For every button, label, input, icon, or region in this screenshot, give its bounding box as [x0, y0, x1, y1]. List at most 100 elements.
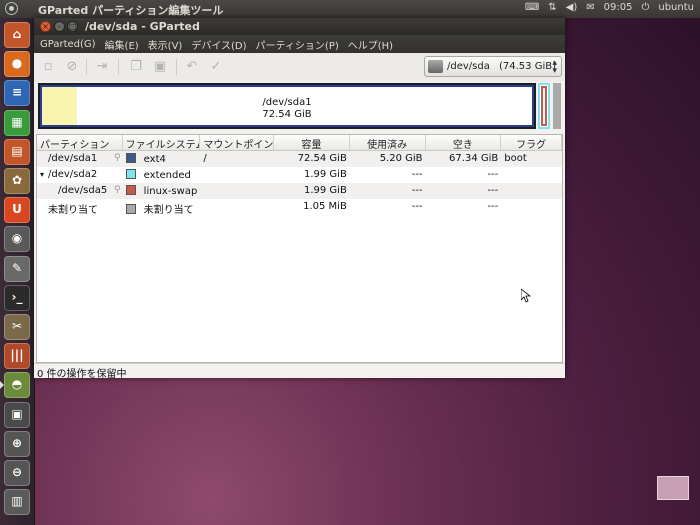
ubuntu-one-glyph: U	[12, 202, 22, 217]
menu-partition[interactable]: パーティション(P)	[256, 37, 339, 52]
new-partition-icon[interactable]: ▫	[40, 59, 56, 75]
col-filesystem[interactable]: ファイルシステム	[123, 135, 201, 150]
partition-name: /dev/sda5	[58, 185, 108, 196]
home-folder-icon[interactable]: ⌂	[4, 22, 30, 48]
close-icon[interactable]: ×	[40, 21, 51, 32]
lens-files-glyph: ⊖	[11, 465, 23, 479]
minimize-icon[interactable]: –	[54, 21, 65, 32]
col-partition[interactable]: パーティション	[37, 135, 123, 150]
filesystem-color-swatch	[125, 153, 136, 163]
pencils-glyph: |||	[10, 348, 24, 363]
filesystem-color-swatch	[125, 204, 136, 214]
col-size[interactable]: 容量	[274, 135, 350, 150]
terminal-glyph: ›_	[11, 289, 23, 304]
harddisk-icon	[428, 60, 443, 73]
mouse-pointer-icon	[521, 289, 531, 303]
menu-edit[interactable]: 編集(E)	[105, 37, 139, 52]
menu-gparted[interactable]: GParted(G)	[40, 39, 96, 50]
ubuntu-logo-icon[interactable]	[5, 2, 18, 15]
lens-files-icon[interactable]: ⊖	[4, 460, 30, 486]
impress-glyph: ▤	[11, 143, 23, 158]
cell-size: 1.99 GiB	[303, 185, 347, 196]
col-flags[interactable]: フラグ	[501, 135, 563, 150]
table-row[interactable]: 未割り当て 未割り当て 1.05 MiB --- ---	[37, 199, 562, 215]
cell-mountpoint: /	[203, 153, 207, 164]
ubuntu-one-icon[interactable]: U	[4, 197, 30, 224]
table-row[interactable]: ▾/dev/sda2 extended 1.99 GiB --- ---	[37, 167, 562, 183]
col-mountpoint[interactable]: マウントポイント	[200, 135, 275, 150]
menu-help[interactable]: ヘルプ(H)	[348, 37, 393, 52]
volume-icon[interactable]: ◀)	[566, 2, 578, 13]
software-center-glyph: ✿	[11, 173, 23, 187]
cell-mountpoint	[200, 199, 274, 215]
cell-flags: boot	[504, 153, 527, 164]
col-free[interactable]: 空き	[426, 135, 502, 150]
impress-icon[interactable]: ▤	[4, 138, 30, 165]
power-icon[interactable]: ⏻	[641, 2, 649, 13]
toolbar: ▫ ⊘ ⇥ ❐ ▣ ↶ ✓ /dev/sda (74.53 GiB) ▴ ▾	[34, 53, 565, 82]
firefox-icon[interactable]: ●	[4, 51, 30, 78]
table-row[interactable]: /dev/sda1 ⚲ ext4 / 72.54 GiB 5.20 GiB 67.34 Gi…	[37, 151, 562, 167]
cell-size: 72.54 GiB	[297, 153, 347, 164]
text-editor-icon[interactable]: ✎	[4, 255, 30, 282]
pencils-icon[interactable]: |||	[4, 343, 30, 370]
resize-move-icon[interactable]: ⇥	[94, 59, 110, 75]
desktop-item-icon[interactable]	[657, 476, 689, 500]
menu-view[interactable]: 表示(V)	[148, 37, 183, 52]
cell-free: ---	[487, 185, 499, 196]
camera-icon[interactable]: ◉	[4, 226, 30, 253]
workspace-switcher-glyph: ▣	[11, 406, 23, 421]
filesystem-color-swatch	[125, 185, 136, 195]
table-row[interactable]: /dev/sda5 ⚲ linux-swap 1.99 GiB --- ---	[37, 183, 562, 199]
paste-icon[interactable]: ▣	[152, 59, 168, 75]
writer-icon[interactable]: ≡	[4, 80, 30, 107]
calc-icon[interactable]: ▦	[4, 109, 30, 136]
device-size: (74.53 GiB)	[499, 61, 556, 72]
filesystem-name: extended	[143, 170, 191, 181]
software-center-icon[interactable]: ✿	[4, 168, 30, 194]
clock[interactable]: 09:05	[604, 2, 633, 13]
cell-flags	[501, 183, 562, 199]
col-used[interactable]: 使用済み	[350, 135, 426, 150]
toolbar-separator	[176, 59, 177, 75]
device-selector[interactable]: /dev/sda (74.53 GiB) ▴ ▾	[424, 56, 562, 77]
device-name: /dev/sda	[447, 61, 490, 72]
visual-sda1[interactable]: /dev/sda1 72.54 GiB	[38, 83, 536, 129]
gparted-icon[interactable]: ◓	[4, 372, 30, 399]
visual-swap[interactable]	[541, 86, 547, 126]
trash-glyph: ▥	[11, 494, 23, 509]
cell-partition: 未割り当て	[37, 199, 123, 215]
apply-icon[interactable]: ✓	[208, 59, 224, 75]
cell-filesystem: linux-swap	[123, 183, 201, 199]
expander-icon[interactable]: ▾	[40, 170, 48, 179]
user-menu[interactable]: ubuntu	[658, 2, 694, 13]
cell-used: 5.20 GiB	[379, 153, 423, 164]
cell-size: 1.05 MiB	[303, 201, 347, 212]
partition-name: /dev/sda1	[48, 153, 98, 164]
visual-partition-size: 72.54 GiB	[262, 109, 312, 120]
gparted-window: × – □ /dev/sda - GParted GParted(G) 編集(E…	[34, 18, 565, 380]
partition-visual: /dev/sda1 72.54 GiB	[34, 81, 565, 134]
keyboard-icon[interactable]: ⌨	[525, 2, 539, 13]
active-app-title: GParted パーティション編集ツール	[38, 4, 224, 17]
launcher: ⌂ ● ≡ ▦ ▤ ✿ U ◉ ✎ ›_ ✂ ||| ◓ ▣ ⊕ ⊖ ▥	[0, 18, 35, 525]
terminal-icon[interactable]: ›_	[4, 284, 30, 311]
system-tray: ⌨ ⇅ ◀) ✉ 09:05 ⏻ ubuntu	[525, 2, 694, 13]
visual-extended[interactable]	[538, 83, 550, 129]
cell-filesystem: ext4	[123, 151, 201, 167]
lens-apps-icon[interactable]: ⊕	[4, 430, 30, 457]
network-icon[interactable]: ⇅	[548, 2, 556, 13]
mail-icon[interactable]: ✉	[586, 2, 594, 13]
delete-icon[interactable]: ⊘	[64, 59, 80, 75]
undo-icon[interactable]: ↶	[184, 59, 200, 75]
gparted-glyph: ◓	[11, 377, 23, 392]
copy-icon[interactable]: ❐	[128, 59, 144, 75]
visual-unallocated[interactable]	[553, 83, 561, 129]
trash-icon[interactable]: ▥	[4, 489, 30, 516]
filesystem-color-swatch	[125, 169, 136, 179]
workspace-switcher-icon[interactable]: ▣	[4, 401, 30, 428]
maximize-icon[interactable]: □	[67, 21, 78, 32]
window-titlebar[interactable]: × – □ /dev/sda - GParted	[34, 18, 565, 35]
tools-icon[interactable]: ✂	[4, 314, 30, 340]
menu-device[interactable]: デバイス(D)	[191, 37, 246, 52]
